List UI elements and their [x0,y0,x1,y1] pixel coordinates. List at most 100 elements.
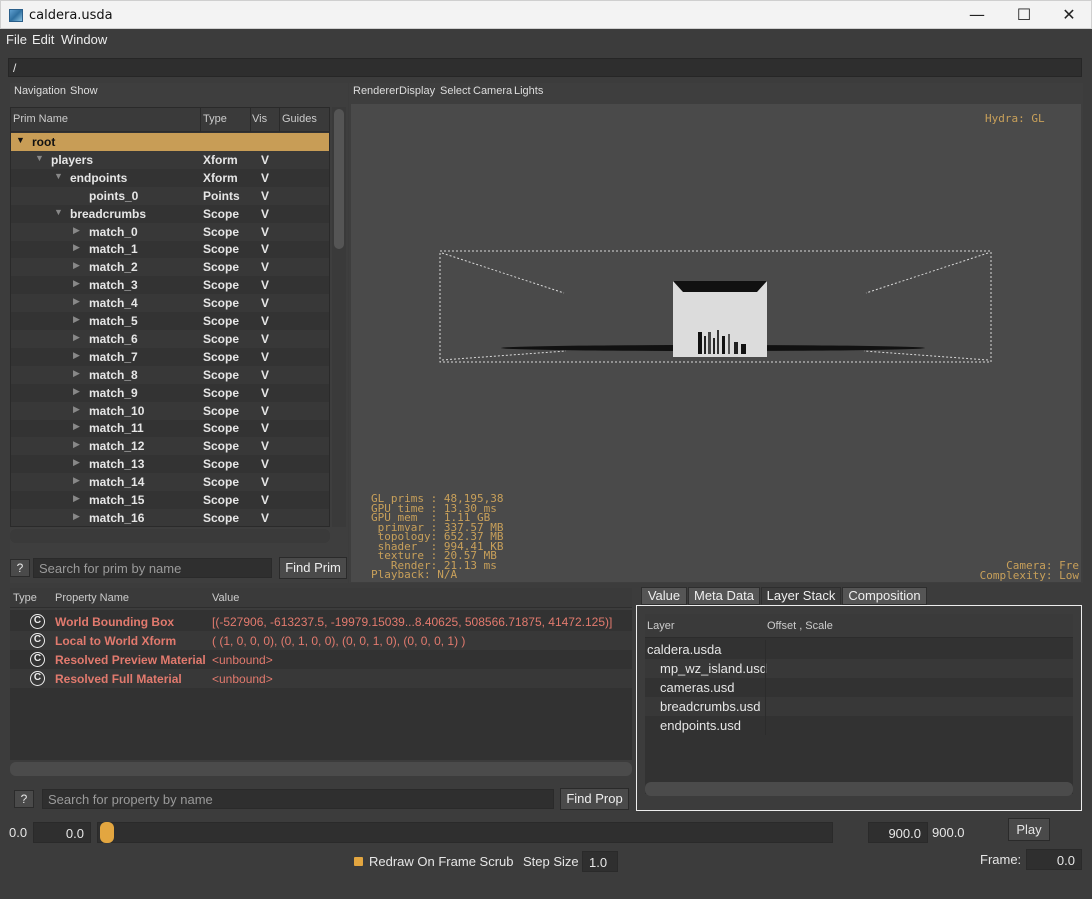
tab-value[interactable]: Value [641,587,687,605]
prim-vis[interactable]: V [261,386,269,400]
column-prop-value[interactable]: Value [212,592,239,604]
menu-lights[interactable]: Lights [514,85,543,97]
close-button[interactable]: ✕ [1046,1,1092,29]
tree-row[interactable]: ▼ endpoints Xform V [11,169,329,187]
collapsed-arrow-icon[interactable]: ▶ [73,386,80,397]
prim-vis[interactable]: V [261,493,269,507]
column-vis[interactable]: Vis [252,113,267,125]
collapsed-arrow-icon[interactable]: ▶ [73,350,80,361]
column-prop-type[interactable]: Type [13,592,37,604]
tree-row[interactable]: ▶ match_4 Scope V [11,294,329,313]
find-prop-button[interactable]: Find Prop [560,788,629,810]
tree-row[interactable]: ▶ match_14 Scope V [11,473,329,492]
tree-row[interactable]: ▼ root [11,133,329,151]
column-offset-scale[interactable]: Offset , Scale [767,620,833,632]
collapsed-arrow-icon[interactable]: ▶ [73,368,80,379]
tree-row[interactable]: ▶ match_11 Scope V [11,419,329,437]
tree-row[interactable]: ▼ players Xform V [11,150,329,169]
step-size-input[interactable]: 1.0 [582,851,618,872]
tab-meta-data[interactable]: Meta Data [688,587,760,605]
prim-vis[interactable]: V [261,368,269,382]
property-hscroll[interactable] [10,762,632,776]
maximize-button[interactable]: ☐ [1001,1,1047,29]
collapsed-arrow-icon[interactable]: ▶ [73,421,80,432]
prim-vis[interactable]: V [261,225,269,239]
prim-vis[interactable]: V [261,404,269,418]
tree-row[interactable]: ▶ match_8 Scope V [11,365,329,384]
tree-row[interactable]: ▶ match_9 Scope V [11,384,329,402]
menu-show[interactable]: Show [70,85,98,97]
menu-edit[interactable]: Edit [32,32,54,47]
prim-search-input[interactable]: Search for prim by name [33,558,272,578]
layer-row[interactable]: mp_wz_island.usd [645,659,1073,678]
tree-row[interactable]: ▶ match_7 Scope V [11,348,329,366]
prim-vis[interactable]: V [261,332,269,346]
prim-vis[interactable]: V [261,153,269,167]
menu-display[interactable]: Display [399,85,435,97]
tree-row[interactable]: ▶ match_12 Scope V [11,437,329,456]
prim-vis[interactable]: V [261,260,269,274]
expanded-arrow-icon[interactable]: ▼ [16,135,25,145]
collapsed-arrow-icon[interactable]: ▶ [73,296,80,307]
prim-vis[interactable]: V [261,296,269,310]
redraw-checkbox[interactable] [354,857,363,866]
prop-help-button[interactable]: ? [14,790,34,808]
tree-row[interactable]: ▶ match_10 Scope V [11,401,329,420]
path-bar[interactable]: / [8,58,1082,77]
collapsed-arrow-icon[interactable]: ▶ [73,404,80,415]
collapsed-arrow-icon[interactable]: ▶ [73,493,80,504]
tree-row[interactable]: ▶ match_16 Scope V [11,508,329,526]
tab-layer-stack[interactable]: Layer Stack [761,587,841,605]
prim-vis[interactable]: V [261,457,269,471]
collapsed-arrow-icon[interactable]: ▶ [73,332,80,343]
scroll-thumb[interactable] [334,109,344,249]
prim-vis[interactable]: V [261,511,269,525]
frame-slider-handle[interactable] [100,822,114,843]
tab-composition[interactable]: Composition [842,587,927,605]
collapsed-arrow-icon[interactable]: ▶ [73,278,80,289]
menu-select[interactable]: Select [440,85,471,97]
tree-row[interactable]: ▶ match_6 Scope V [11,329,329,348]
frame-input[interactable]: 0.0 [1026,849,1082,870]
prim-vis[interactable]: V [261,439,269,453]
collapsed-arrow-icon[interactable]: ▶ [73,439,80,450]
prop-search-input[interactable]: Search for property by name [42,789,554,809]
tree-row[interactable]: ▶ match_13 Scope V [11,455,329,473]
collapsed-arrow-icon[interactable]: ▶ [73,260,80,271]
property-row[interactable]: C Resolved Full Material <unbound> [10,669,632,688]
frame-slider[interactable] [97,822,833,843]
collapsed-arrow-icon[interactable]: ▶ [73,225,80,236]
property-row[interactable]: C World Bounding Box [(-527906, -613237.5,… [10,612,632,631]
column-layer[interactable]: Layer [647,620,675,632]
column-type[interactable]: Type [203,113,227,125]
minimize-button[interactable]: — [954,1,1000,29]
property-row[interactable]: C Resolved Preview Material <unbound> [10,650,632,669]
expanded-arrow-icon[interactable]: ▼ [54,207,63,217]
property-row[interactable]: C Local to World Xform ( (1, 0, 0, 0), (0,… [10,631,632,650]
prim-vis[interactable]: V [261,314,269,328]
end-frame-input[interactable]: 900.0 [868,822,928,843]
column-guides[interactable]: Guides [282,113,317,125]
collapsed-arrow-icon[interactable]: ▶ [73,457,80,468]
column-prop-name[interactable]: Property Name [55,592,129,604]
menu-renderer[interactable]: Renderer [353,85,399,97]
prim-vis[interactable]: V [261,189,269,203]
menu-camera[interactable]: Camera [473,85,512,97]
prim-vis[interactable]: V [261,207,269,221]
layer-hscroll[interactable] [645,782,1073,796]
prim-tree-hscroll[interactable] [10,529,330,543]
tree-row[interactable]: ▶ match_3 Scope V [11,276,329,294]
layer-row[interactable]: endpoints.usd [645,716,1073,735]
prim-vis[interactable]: V [261,475,269,489]
prim-tree-vscroll[interactable] [332,107,346,527]
menu-window[interactable]: Window [61,32,107,47]
tree-row[interactable]: points_0 Points V [11,186,329,205]
column-prim-name[interactable]: Prim Name [13,113,68,125]
menu-navigation[interactable]: Navigation [14,85,66,97]
find-prim-button[interactable]: Find Prim [279,557,347,579]
tree-row[interactable]: ▶ match_5 Scope V [11,312,329,330]
collapsed-arrow-icon[interactable]: ▶ [73,475,80,486]
collapsed-arrow-icon[interactable]: ▶ [73,242,80,253]
play-button[interactable]: Play [1008,818,1050,841]
collapsed-arrow-icon[interactable]: ▶ [73,314,80,325]
